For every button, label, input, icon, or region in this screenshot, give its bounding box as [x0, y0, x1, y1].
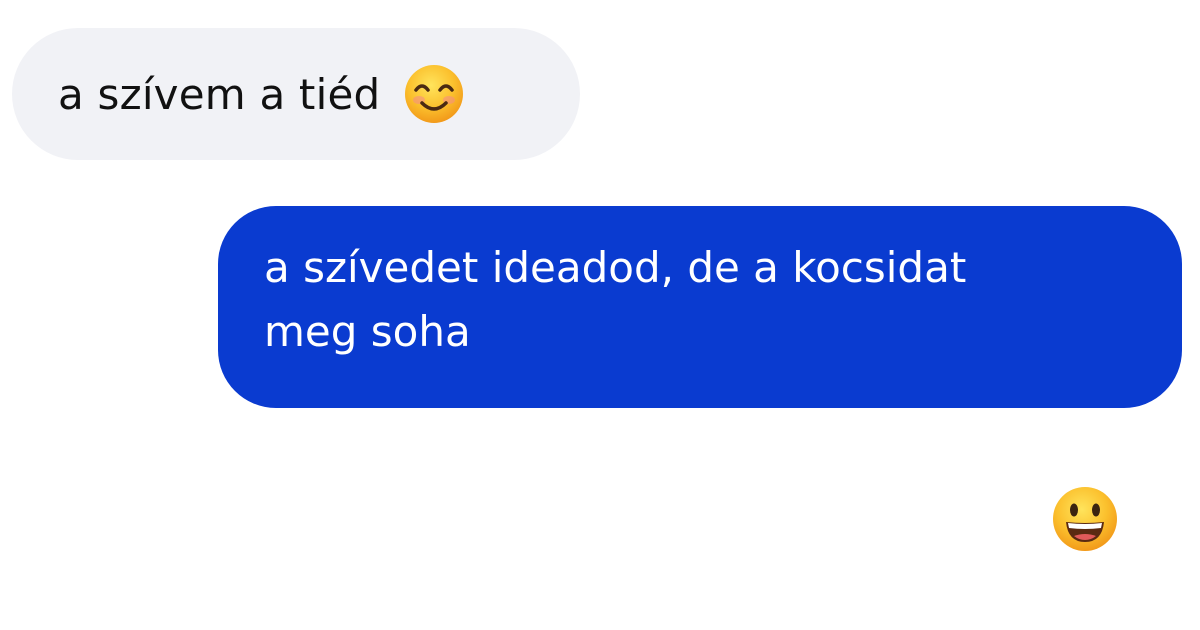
outgoing-message-line-1: a szívedet ideadod, de a kocsidat — [264, 243, 967, 292]
outgoing-message-line-2: meg soha — [264, 307, 471, 356]
outgoing-message-bubble[interactable]: a szívedet ideadod, de a kocsidat meg so… — [218, 206, 1182, 408]
incoming-message-bubble[interactable]: a szívem a tiéd — [12, 28, 580, 160]
smiling-face-with-smiling-eyes-icon — [402, 62, 466, 126]
grinning-face-icon[interactable] — [1050, 484, 1120, 554]
incoming-message-text: a szívem a tiéd — [58, 69, 381, 119]
chat-conversation: a szívem a tiéd a szívedet ideadod, de a… — [0, 0, 1200, 630]
